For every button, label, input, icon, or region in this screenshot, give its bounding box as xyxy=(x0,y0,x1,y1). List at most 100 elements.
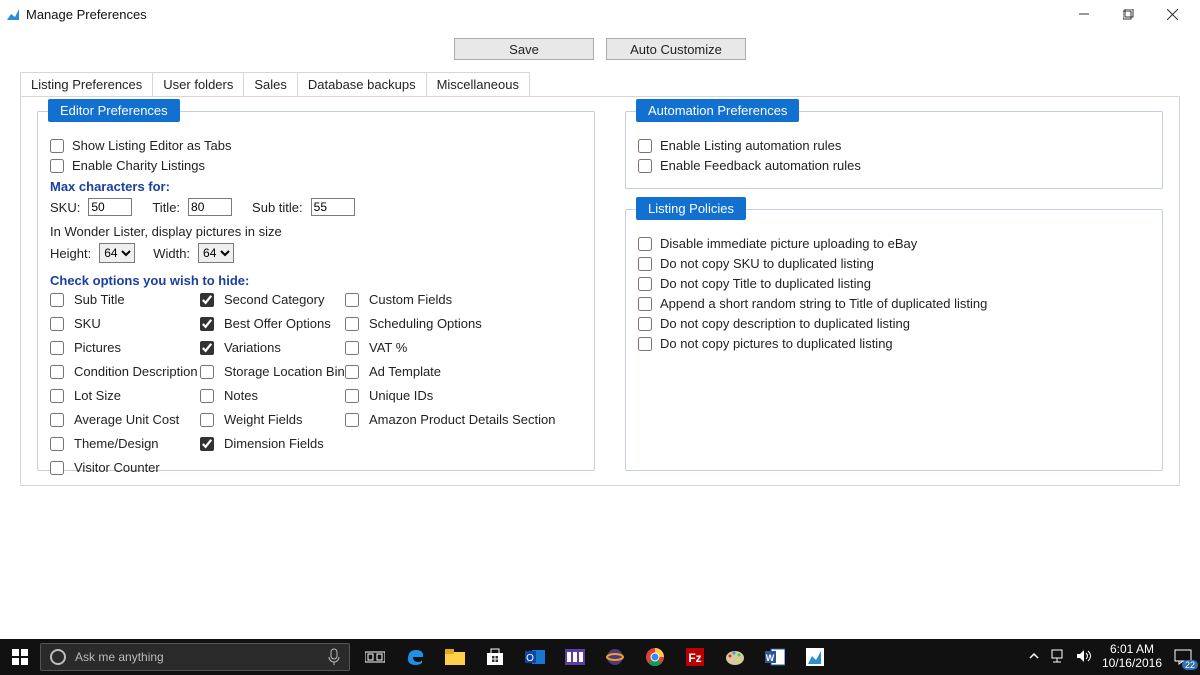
cb-feedback-rules[interactable] xyxy=(638,159,652,173)
svg-text:O: O xyxy=(526,653,534,664)
app-icon-1[interactable] xyxy=(564,646,586,668)
outlook-icon[interactable]: O xyxy=(524,646,546,668)
cb-sku[interactable] xyxy=(50,317,64,331)
lbl-sub-title: Sub Title xyxy=(74,292,125,307)
cb-disable-upload[interactable] xyxy=(638,237,652,251)
lbl-append-random: Append a short random string to Title of… xyxy=(660,296,987,311)
svg-text:W: W xyxy=(766,653,775,663)
automation-preferences-panel: Automation Preferences Enable Listing au… xyxy=(625,111,1163,189)
lbl-theme: Theme/Design xyxy=(74,436,159,451)
lbl-notes: Notes xyxy=(224,388,258,403)
window-title: Manage Preferences xyxy=(26,7,147,22)
cb-no-copy-title[interactable] xyxy=(638,277,652,291)
tray-chevron-icon[interactable] xyxy=(1028,650,1040,665)
tab-listing-preferences[interactable]: Listing Preferences xyxy=(20,72,153,96)
save-button[interactable]: Save xyxy=(454,38,594,60)
editor-preferences-panel: Editor Preferences Show Listing Editor a… xyxy=(37,111,595,471)
tray-network-icon[interactable] xyxy=(1050,649,1066,666)
edge-icon[interactable] xyxy=(404,646,426,668)
listing-policies-panel: Listing Policies Disable immediate pictu… xyxy=(625,209,1163,471)
lbl-no-copy-title: Do not copy Title to duplicated listing xyxy=(660,276,871,291)
lbl-custom-fields: Custom Fields xyxy=(369,292,452,307)
lbl-second-category: Second Category xyxy=(224,292,324,307)
paint-icon[interactable] xyxy=(724,646,746,668)
task-view-icon[interactable] xyxy=(364,646,386,668)
cb-unique-ids[interactable] xyxy=(345,389,359,403)
cb-scheduling[interactable] xyxy=(345,317,359,331)
cb-best-offer[interactable] xyxy=(200,317,214,331)
hide-label: Check options you wish to hide: xyxy=(50,273,582,288)
lbl-storage-bin: Storage Location Bin xyxy=(224,364,345,379)
lbl-feedback-rules: Enable Feedback automation rules xyxy=(660,158,861,173)
height-select[interactable]: 64 xyxy=(99,243,135,263)
cb-theme[interactable] xyxy=(50,437,64,451)
lbl-no-copy-desc: Do not copy description to duplicated li… xyxy=(660,316,910,331)
cb-custom-fields[interactable] xyxy=(345,293,359,307)
maximize-button[interactable] xyxy=(1106,0,1150,28)
cb-no-copy-sku[interactable] xyxy=(638,257,652,271)
cb-pictures[interactable] xyxy=(50,341,64,355)
lbl-best-offer: Best Offer Options xyxy=(224,316,331,331)
cb-weight[interactable] xyxy=(200,413,214,427)
cb-visitor[interactable] xyxy=(50,461,64,475)
file-explorer-icon[interactable] xyxy=(444,646,466,668)
cb-dimension[interactable] xyxy=(200,437,214,451)
cb-sub-title[interactable] xyxy=(50,293,64,307)
subtitle-input[interactable] xyxy=(311,198,355,216)
cortana-search[interactable]: Ask me anything xyxy=(40,643,350,671)
top-buttons: Save Auto Customize xyxy=(0,28,1200,66)
auto-customize-button[interactable]: Auto Customize xyxy=(606,38,746,60)
width-select[interactable]: 64 xyxy=(198,243,234,263)
lbl-condition-desc: Condition Description xyxy=(74,364,198,379)
cb-notes[interactable] xyxy=(200,389,214,403)
lbl-scheduling: Scheduling Options xyxy=(369,316,482,331)
taskbar-clock[interactable]: 6:01 AM 10/16/2016 xyxy=(1102,643,1162,671)
title-input[interactable] xyxy=(188,198,232,216)
action-center-icon[interactable]: 22 xyxy=(1172,646,1194,668)
minimize-button[interactable] xyxy=(1062,0,1106,28)
hide-options-grid: Sub Title SKU Pictures Condition Descrip… xyxy=(50,292,582,475)
cb-append-random[interactable] xyxy=(638,297,652,311)
lbl-ad-template: Ad Template xyxy=(369,364,441,379)
filezilla-icon[interactable]: Fz xyxy=(684,646,706,668)
cb-second-category[interactable] xyxy=(200,293,214,307)
lbl-weight: Weight Fields xyxy=(224,412,303,427)
app-icon-2[interactable] xyxy=(804,646,826,668)
word-icon[interactable]: W xyxy=(764,646,786,668)
cb-condition-desc[interactable] xyxy=(50,365,64,379)
tab-content: Editor Preferences Show Listing Editor a… xyxy=(20,96,1180,486)
close-button[interactable] xyxy=(1150,0,1194,28)
width-label: Width: xyxy=(153,246,190,261)
cb-lot-size[interactable] xyxy=(50,389,64,403)
tab-database-backups[interactable]: Database backups xyxy=(297,72,427,96)
tray-volume-icon[interactable] xyxy=(1076,649,1092,666)
tab-user-folders[interactable]: User folders xyxy=(152,72,244,96)
checkbox-enable-charity[interactable] xyxy=(50,159,64,173)
tab-miscellaneous[interactable]: Miscellaneous xyxy=(426,72,530,96)
lbl-visitor: Visitor Counter xyxy=(74,460,160,475)
cb-listing-rules[interactable] xyxy=(638,139,652,153)
cortana-icon xyxy=(49,648,67,666)
label-show-tabs: Show Listing Editor as Tabs xyxy=(72,138,231,153)
lbl-amazon: Amazon Product Details Section xyxy=(369,412,555,427)
eclipse-icon[interactable] xyxy=(604,646,626,668)
cb-avg-cost[interactable] xyxy=(50,413,64,427)
chrome-icon[interactable] xyxy=(644,646,666,668)
cb-no-copy-pics[interactable] xyxy=(638,337,652,351)
microphone-icon[interactable] xyxy=(327,648,341,666)
sku-input[interactable] xyxy=(88,198,132,216)
tab-sales[interactable]: Sales xyxy=(243,72,298,96)
clock-date: 10/16/2016 xyxy=(1102,657,1162,671)
cb-variations[interactable] xyxy=(200,341,214,355)
cb-amazon[interactable] xyxy=(345,413,359,427)
cb-no-copy-desc[interactable] xyxy=(638,317,652,331)
checkbox-show-tabs[interactable] xyxy=(50,139,64,153)
cb-ad-template[interactable] xyxy=(345,365,359,379)
store-icon[interactable] xyxy=(484,646,506,668)
start-button[interactable] xyxy=(0,639,40,675)
cb-vat[interactable] xyxy=(345,341,359,355)
notification-count: 22 xyxy=(1182,660,1198,670)
cb-storage-bin[interactable] xyxy=(200,365,214,379)
taskbar: Ask me anything O Fz W 6:01 AM 10/16/201… xyxy=(0,639,1200,675)
lbl-listing-rules: Enable Listing automation rules xyxy=(660,138,841,153)
